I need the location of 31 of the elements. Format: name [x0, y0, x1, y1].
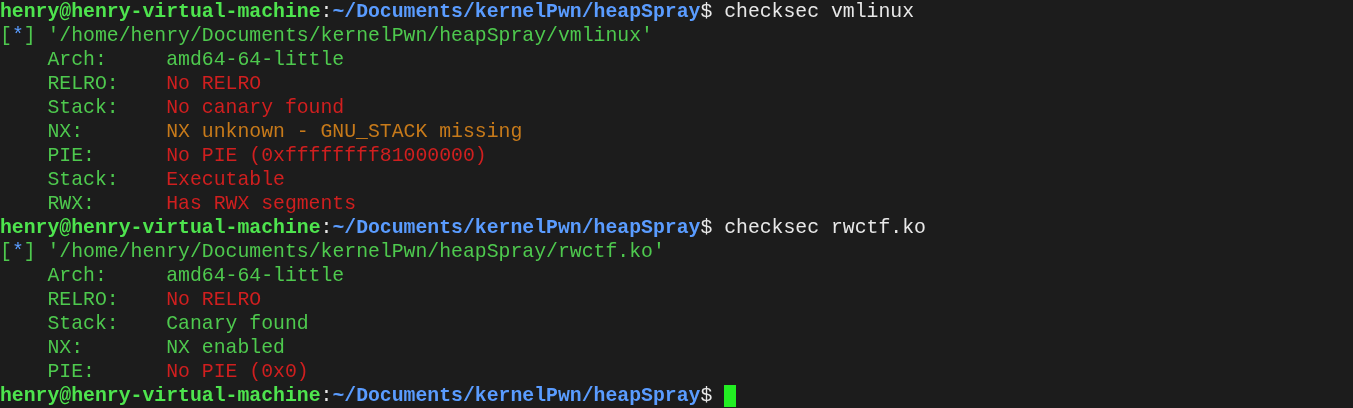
field-label: PIE:	[47, 360, 96, 384]
field-label: RWX:	[47, 192, 96, 216]
info-line: [*] '/home/henry/Documents/kernelPwn/heapSpray/vmlinux'	[0, 24, 653, 48]
field-value: amd64-64-little	[166, 264, 345, 288]
field-label: Stack:	[47, 312, 120, 336]
field-label: Arch:	[47, 48, 108, 72]
field-label: Arch:	[47, 264, 108, 288]
field-value: No RELRO	[166, 72, 262, 96]
field-label: Stack:	[47, 96, 120, 120]
info-line: [*] '/home/henry/Documents/kernelPwn/heapSpray/rwctf.ko'	[0, 240, 665, 264]
shell-prompt: henry@henry-virtual-machine:~/Documents/kernelPwn/heapSpray$	[0, 384, 713, 408]
command-text: checksec rwctf.ko	[724, 216, 926, 240]
field-label: NX:	[47, 336, 85, 360]
command-text: checksec vmlinux	[724, 0, 915, 24]
field-value: Has RWX segments	[166, 192, 357, 216]
field-value: No PIE (0xffffffff81000000)	[166, 144, 487, 168]
field-value: Canary found	[166, 312, 309, 336]
field-label: NX:	[47, 120, 85, 144]
field-value: No PIE (0x0)	[166, 360, 309, 384]
field-label: Stack:	[47, 168, 120, 192]
field-value: Executable	[166, 168, 285, 192]
field-value: NX enabled	[166, 336, 285, 360]
field-value: No RELRO	[166, 288, 262, 312]
shell-prompt: henry@henry-virtual-machine:~/Documents/kernelPwn/heapSpray$	[0, 0, 713, 24]
field-label: PIE:	[47, 144, 96, 168]
field-value: NX unknown - GNU_STACK missing	[166, 120, 523, 144]
shell-prompt: henry@henry-virtual-machine:~/Documents/kernelPwn/heapSpray$	[0, 216, 713, 240]
field-value: No canary found	[166, 96, 345, 120]
field-value: amd64-64-little	[166, 48, 345, 72]
field-label: RELRO:	[47, 72, 120, 96]
field-label: RELRO:	[47, 288, 120, 312]
